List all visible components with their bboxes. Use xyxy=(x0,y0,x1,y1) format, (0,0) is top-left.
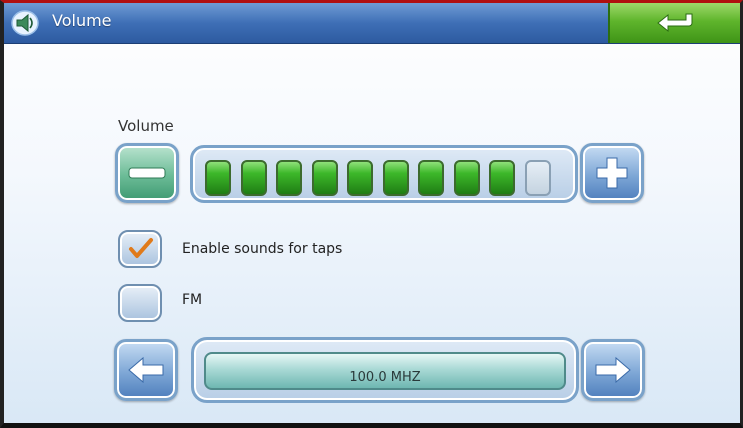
frequency-display: 100.0 MHZ xyxy=(204,352,566,390)
right-arrow-icon xyxy=(595,356,631,384)
volume-segment[interactable] xyxy=(347,160,373,196)
plus-icon xyxy=(596,157,628,189)
tap-sounds-checkbox[interactable] xyxy=(118,230,162,268)
tap-sounds-label: Enable sounds for taps xyxy=(182,241,343,257)
frequency-bar: 100.0 MHZ xyxy=(191,337,579,403)
back-button[interactable] xyxy=(608,3,740,43)
volume-segment[interactable] xyxy=(240,160,267,196)
volume-segment[interactable] xyxy=(382,160,409,196)
volume-segment[interactable] xyxy=(205,160,231,196)
checkmark-icon xyxy=(129,238,153,258)
return-arrow-icon xyxy=(657,13,693,33)
volume-segment[interactable] xyxy=(418,160,444,196)
frequency-down-button[interactable] xyxy=(114,339,178,401)
volume-label: Volume xyxy=(118,117,174,135)
volume-slider[interactable] xyxy=(190,145,578,203)
volume-segment[interactable] xyxy=(276,160,302,196)
frequency-up-button[interactable] xyxy=(581,339,645,401)
title-bar: Volume xyxy=(4,3,740,44)
volume-segment[interactable] xyxy=(453,160,480,196)
volume-increase-button[interactable] xyxy=(580,143,644,203)
volume-segment[interactable] xyxy=(524,160,551,196)
volume-decrease-button[interactable] xyxy=(115,143,179,203)
fm-checkbox[interactable] xyxy=(118,284,162,322)
speaker-icon xyxy=(11,10,39,36)
volume-segment[interactable] xyxy=(489,160,515,196)
minus-icon xyxy=(128,167,166,179)
volume-window: Volume Volume Enable sounds for taps FM xyxy=(0,0,743,428)
left-arrow-icon xyxy=(128,356,164,384)
frequency-value: 100.0 MHZ xyxy=(349,370,421,385)
volume-segment[interactable] xyxy=(311,160,338,196)
fm-label: FM xyxy=(182,292,203,308)
window-title: Volume xyxy=(52,11,112,30)
